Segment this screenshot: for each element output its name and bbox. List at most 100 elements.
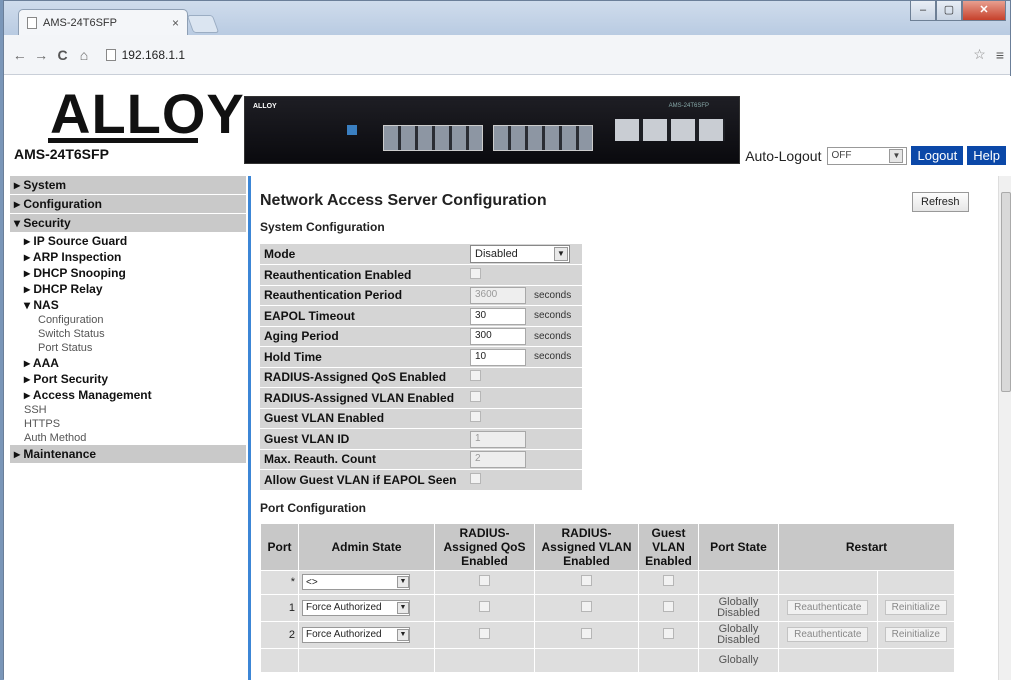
port-config-table: Port Admin State RADIUS-Assigned QoS Ena… bbox=[260, 522, 956, 673]
col-guest-vlan: Guest VLAN Enabled bbox=[638, 522, 699, 571]
col-admin-state: Admin State bbox=[298, 522, 435, 571]
system-config-heading: System Configuration bbox=[260, 220, 385, 234]
port-number: 2 bbox=[260, 620, 299, 649]
nav-maintenance[interactable]: ▸ Maintenance bbox=[10, 445, 246, 464]
page-scrollbar[interactable] bbox=[998, 176, 1011, 680]
radius-qos-checkbox[interactable] bbox=[470, 370, 481, 382]
guest-vlan-checkbox[interactable] bbox=[663, 600, 674, 612]
mode-select[interactable]: Disabled ▼ bbox=[470, 245, 570, 263]
mode-value: Disabled bbox=[475, 248, 518, 260]
col-restart: Restart bbox=[778, 522, 955, 571]
aging-period-input[interactable]: 300 bbox=[470, 328, 526, 346]
logout-button[interactable]: Logout bbox=[911, 146, 964, 165]
unit-seconds: seconds bbox=[530, 305, 582, 327]
scrollbar-thumb[interactable] bbox=[1001, 192, 1011, 392]
reinitialize-button[interactable]: Reinitialize bbox=[884, 627, 947, 642]
row-radius-vlan: RADIUS-Assigned VLAN Enabled bbox=[260, 387, 582, 409]
model-name: AMS-24T6SFP bbox=[14, 146, 109, 162]
vlan-checkbox[interactable] bbox=[581, 627, 592, 639]
reauthenticate-button[interactable]: Reauthenticate bbox=[787, 600, 869, 615]
nav-ssh[interactable]: SSH bbox=[10, 403, 246, 417]
page-icon bbox=[105, 48, 116, 61]
nav-https[interactable]: HTTPS bbox=[10, 417, 246, 431]
radius-vlan-checkbox[interactable] bbox=[470, 390, 481, 402]
home-icon[interactable]: ⌂ bbox=[74, 47, 93, 63]
guest-vlan-enabled-label: Guest VLAN Enabled bbox=[260, 408, 466, 429]
unit-seconds: seconds bbox=[530, 285, 582, 306]
reload-icon[interactable]: C bbox=[53, 47, 72, 63]
radius-qos-label: RADIUS-Assigned QoS Enabled bbox=[260, 367, 466, 388]
row-guest-vlan-enabled: Guest VLAN Enabled bbox=[260, 408, 582, 429]
address-bar[interactable]: 192.168.1.1 bbox=[100, 42, 974, 68]
nav-ip-source-guard[interactable]: ▸ IP Source Guard bbox=[10, 233, 246, 249]
max-reauth-label: Max. Reauth. Count bbox=[260, 449, 466, 470]
nav-nas[interactable]: ▾ NAS bbox=[10, 297, 246, 313]
sfp-ports bbox=[615, 119, 725, 141]
nav-auth-method[interactable]: Auth Method bbox=[10, 431, 246, 445]
tab-close-icon[interactable]: × bbox=[172, 16, 179, 30]
nav-configuration[interactable]: ▸ Configuration bbox=[10, 195, 246, 214]
admin-state-select[interactable]: Force Authorized ▼ bbox=[302, 626, 410, 643]
bookmark-star-icon[interactable]: ☆ bbox=[973, 46, 986, 63]
vlan-checkbox[interactable] bbox=[581, 600, 592, 612]
radius-vlan-label: RADIUS-Assigned VLAN Enabled bbox=[260, 387, 466, 409]
guest-vlan-checkbox[interactable] bbox=[663, 627, 674, 639]
port-state: Globally Disabled bbox=[698, 620, 779, 649]
reauthenticate-button[interactable]: Reauthenticate bbox=[787, 627, 869, 642]
hold-time-input[interactable]: 10 bbox=[470, 348, 526, 366]
guest-vlan-id-label: Guest VLAN ID bbox=[260, 428, 466, 450]
nav-port-security[interactable]: ▸ Port Security bbox=[10, 371, 246, 387]
admin-state-select[interactable]: Force Authorized ▼ bbox=[302, 599, 410, 616]
browser-toolbar: ← → C ⌂ 192.168.1.1 ☆ ≡ bbox=[4, 35, 1010, 75]
nav-dhcp-relay[interactable]: ▸ DHCP Relay bbox=[10, 281, 246, 297]
nav-nas-configuration[interactable]: Configuration bbox=[10, 313, 246, 327]
guest-vlan-checkbox[interactable] bbox=[663, 575, 674, 586]
reauth-enabled-checkbox[interactable] bbox=[470, 267, 481, 279]
logo-underline bbox=[48, 138, 198, 143]
allow-guest-label: Allow Guest VLAN if EAPOL Seen bbox=[260, 469, 466, 491]
new-tab-button[interactable] bbox=[186, 15, 220, 33]
nav-aaa[interactable]: ▸ AAA bbox=[10, 355, 246, 371]
nav-dhcp-snooping[interactable]: ▸ DHCP Snooping bbox=[10, 265, 246, 281]
nav-security[interactable]: ▾ Security bbox=[10, 214, 246, 233]
row-allow-guest: Allow Guest VLAN if EAPOL Seen bbox=[260, 469, 582, 491]
unit-seconds: seconds bbox=[530, 346, 582, 368]
guest-vlan-enabled-checkbox[interactable] bbox=[470, 411, 481, 423]
alloy-logo: ALLOY bbox=[50, 82, 245, 145]
nav-access-management[interactable]: ▸ Access Management bbox=[10, 387, 246, 403]
refresh-button[interactable]: Refresh bbox=[912, 192, 969, 212]
reinitialize-button[interactable]: Reinitialize bbox=[884, 600, 947, 615]
admin-state-select[interactable]: <> ▼ bbox=[302, 574, 410, 590]
eapol-timeout-label: EAPOL Timeout bbox=[260, 305, 466, 327]
nav-nas-port-status[interactable]: Port Status bbox=[10, 341, 246, 355]
maximize-button[interactable]: ▢ bbox=[936, 1, 962, 21]
table-row: 1 Force Authorized ▼ Globally Disabled Re… bbox=[260, 593, 956, 622]
qos-checkbox[interactable] bbox=[479, 575, 490, 586]
qos-checkbox[interactable] bbox=[479, 627, 490, 639]
browser-tab[interactable]: AMS-24T6SFP × bbox=[18, 9, 188, 35]
max-reauth-input[interactable]: 2 bbox=[470, 451, 526, 469]
help-button[interactable]: Help bbox=[967, 146, 1006, 165]
port-number: 1 bbox=[260, 593, 299, 622]
qos-checkbox[interactable] bbox=[479, 600, 490, 612]
table-row: 2 Force Authorized ▼ Globally Disabled Re… bbox=[260, 620, 956, 649]
port-config-heading: Port Configuration bbox=[260, 500, 366, 515]
back-icon[interactable]: ← bbox=[10, 47, 29, 63]
eapol-timeout-input[interactable]: 30 bbox=[470, 307, 526, 325]
allow-guest-checkbox[interactable] bbox=[470, 472, 481, 484]
minimize-button[interactable]: – bbox=[910, 1, 936, 21]
nav-nas-switch-status[interactable]: Switch Status bbox=[10, 327, 246, 341]
menu-icon[interactable]: ≡ bbox=[996, 47, 1004, 63]
forward-icon[interactable]: → bbox=[31, 47, 50, 63]
auto-logout-select[interactable]: OFF ▼ bbox=[827, 146, 908, 165]
mode-label: Mode bbox=[260, 244, 466, 265]
close-window-button[interactable]: ✕ bbox=[962, 1, 1006, 21]
port-state: Globally bbox=[698, 647, 779, 673]
vlan-checkbox[interactable] bbox=[581, 575, 592, 586]
browser-window: AMS-24T6SFP × – ▢ ✕ ← → C ⌂ 192.168.1.1 … bbox=[3, 0, 1011, 680]
nav-arp-inspection[interactable]: ▸ ARP Inspection bbox=[10, 249, 246, 265]
auto-logout-value: OFF bbox=[831, 150, 852, 161]
reauth-period-input[interactable]: 3600 bbox=[470, 287, 526, 305]
guest-vlan-id-input[interactable]: 1 bbox=[470, 430, 526, 448]
nav-system[interactable]: ▸ System bbox=[10, 176, 246, 195]
